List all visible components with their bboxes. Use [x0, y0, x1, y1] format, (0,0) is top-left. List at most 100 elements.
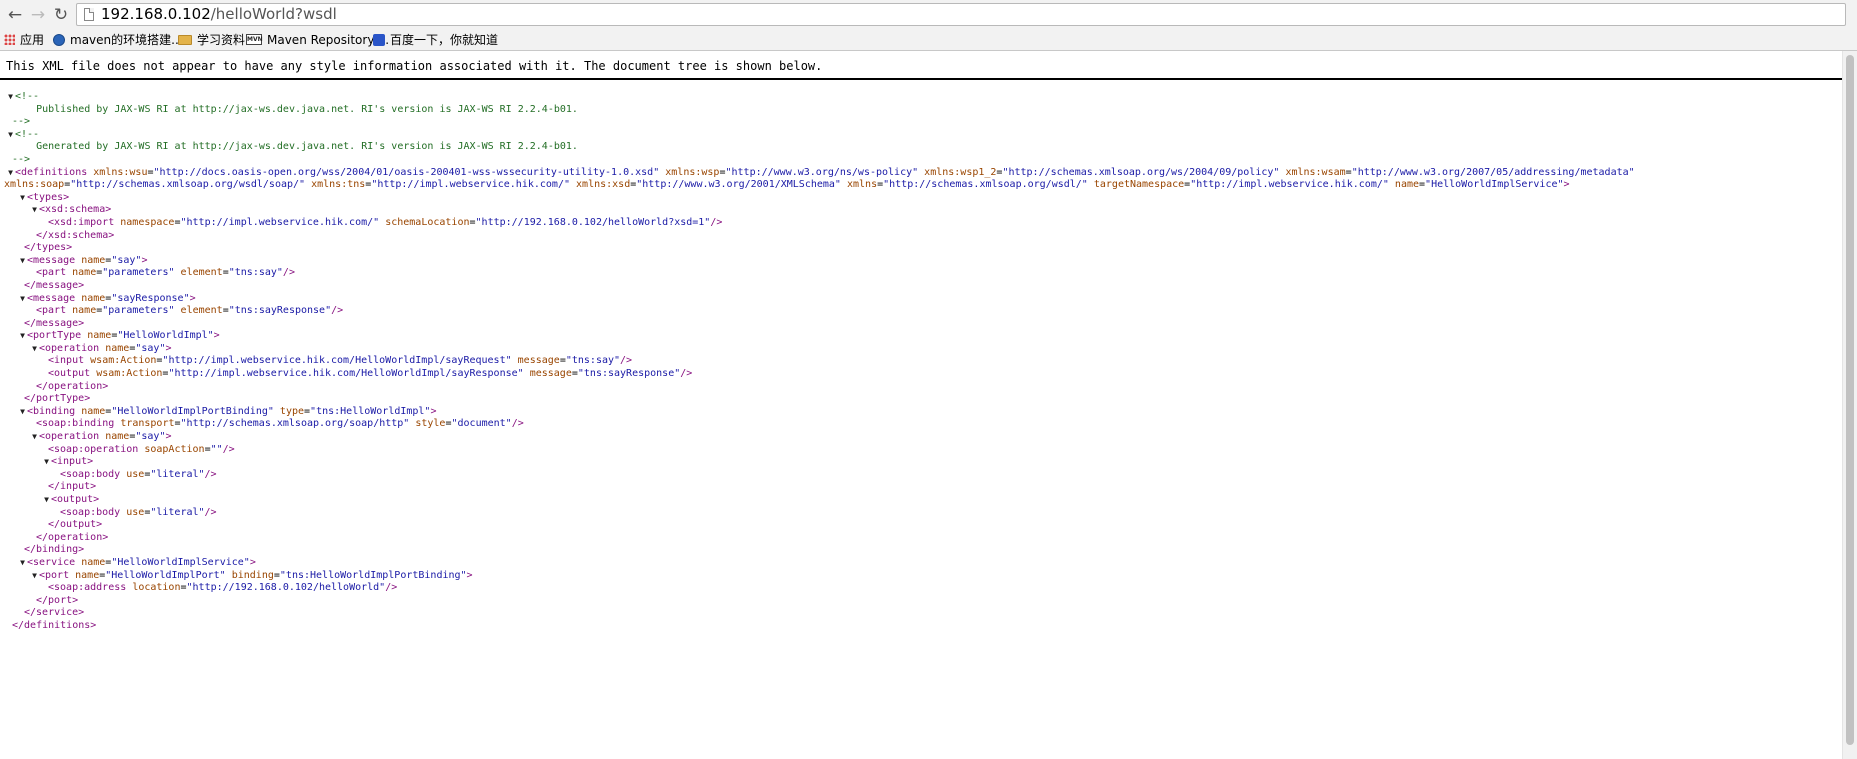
- xml-tag: </input>: [48, 481, 97, 493]
- scrollbar-thumb[interactable]: [1846, 55, 1854, 745]
- xml-line-text: </service>: [24, 607, 84, 620]
- xml-line: </operation>: [0, 532, 1857, 545]
- xml-line: </binding>: [0, 544, 1857, 557]
- bookmark-study-folder[interactable]: 学习资料: [178, 31, 245, 49]
- xml-attr-value: "http://schemas.xmlsoap.org/ws/2004/09/p…: [1002, 166, 1280, 178]
- collapse-toggle-icon[interactable]: ▼: [18, 293, 27, 306]
- xml-comment: Published by JAX-WS RI at http://jax-ws.…: [12, 103, 578, 115]
- xml-tag: </message>: [24, 317, 85, 329]
- url-text[interactable]: 192.168.0.102/helloWorld?wsdl: [101, 4, 337, 25]
- xml-attr-name: element: [180, 305, 223, 317]
- vertical-scrollbar[interactable]: [1842, 51, 1857, 759]
- xml-tag: </portType>: [24, 393, 91, 405]
- xml-line: ▼ <xsd:schema>: [0, 204, 1857, 217]
- xml-tag: />: [680, 368, 693, 380]
- bookmarks-bar: 应用 maven的环境搭建... 学习资料 MVN Maven Repositor…: [0, 30, 1857, 51]
- xml-line: </definitions>: [0, 620, 1857, 633]
- xml-line-text: </message>: [24, 280, 84, 293]
- collapse-toggle-icon[interactable]: ▼: [18, 330, 27, 343]
- xml-tag: </operation>: [36, 531, 109, 543]
- xml-tag: />: [620, 355, 633, 367]
- xml-tag: </xsd:schema>: [36, 229, 115, 241]
- xml-comment: <!--: [15, 91, 40, 102]
- xml-tag: >: [141, 254, 148, 266]
- xml-tree: ▼ <!-- Published by JAX-WS RI at http://j…: [0, 91, 1857, 633]
- xml-attr-name: name: [81, 254, 106, 266]
- xml-attr-value: "tns:say": [228, 267, 283, 279]
- xml-line-text: </message>: [24, 318, 84, 331]
- xml-tag: </output>: [48, 519, 103, 531]
- xml-line-text: <soap:address location="http://192.168.0…: [48, 582, 397, 595]
- xml-line: ▼ <definitions xmlns:wsu="http://docs.oas…: [0, 167, 1857, 180]
- xml-line-text: </input>: [48, 481, 96, 494]
- xml-attr-name: name: [81, 405, 106, 417]
- xml-line: ▼ <input>: [0, 456, 1857, 469]
- xml-line-text: <port name="HelloWorldImplPort" binding=…: [39, 570, 473, 583]
- xml-attr-name: xmlns:soap: [4, 179, 65, 191]
- xml-tag: >: [466, 569, 473, 581]
- xml-line: <soap:operation soapAction=""/>: [0, 444, 1857, 457]
- xml-attr-value: "HelloWorldImplService": [1425, 179, 1564, 191]
- page-icon: [84, 8, 94, 21]
- xml-line: <output wsam:Action="http://impl.webserv…: [0, 368, 1857, 381]
- xml-attr-value: "http://www.w3.org/2001/XMLSchema": [636, 179, 841, 191]
- xml-line-text: <definitions xmlns:wsu="http://docs.oasi…: [15, 167, 1635, 180]
- collapse-toggle-icon[interactable]: ▼: [18, 557, 27, 570]
- collapse-toggle-icon[interactable]: ▼: [18, 255, 27, 268]
- forward-arrow-icon[interactable]: →: [27, 3, 49, 27]
- xml-line-text: -->: [12, 116, 30, 129]
- xml-attr-value: "http://impl.webservice.hik.com/HelloWor…: [162, 355, 512, 367]
- collapse-toggle-icon[interactable]: ▼: [30, 570, 39, 583]
- collapse-toggle-icon[interactable]: ▼: [30, 431, 39, 444]
- xml-attr-name: type: [279, 405, 305, 417]
- xml-line: ▼ <port name="HelloWorldImplPort" binding…: [0, 570, 1857, 583]
- xml-tag: <soap:binding: [36, 418, 115, 430]
- xml-line: ▼ <types>: [0, 192, 1857, 205]
- xml-attr-value: "literal": [150, 468, 205, 480]
- xml-tag: />: [385, 582, 398, 594]
- xml-line-text: <service name="HelloWorldImplService">: [27, 557, 256, 570]
- collapse-toggle-icon[interactable]: ▼: [30, 204, 39, 217]
- back-arrow-icon[interactable]: ←: [4, 3, 26, 27]
- xml-line: ▼ <!--: [0, 91, 1857, 104]
- address-bar[interactable]: 192.168.0.102/helloWorld?wsdl: [76, 3, 1846, 26]
- xml-tag: <operation: [39, 431, 100, 443]
- xml-line: </output>: [0, 519, 1857, 532]
- xml-attr-name: soapAction: [144, 443, 205, 455]
- xml-attr-value: "sayResponse": [111, 292, 190, 304]
- bookmark-maven-repository[interactable]: MVN Maven Repository:...: [246, 31, 389, 49]
- xml-tag: <output>: [51, 494, 100, 505]
- xml-line-text: </portType>: [24, 393, 90, 406]
- xml-line: ▼ <portType name="HelloWorldImpl">: [0, 330, 1857, 343]
- xml-attr-name: name: [87, 330, 112, 342]
- browser-toolbar: ← → ↻ 192.168.0.102/helloWorld?wsdl: [0, 0, 1857, 30]
- xml-attr-name: name: [105, 342, 130, 354]
- xml-tag: >: [165, 342, 172, 354]
- xml-line-text: <binding name="HelloWorldImplPortBinding…: [27, 406, 437, 419]
- collapse-toggle-icon[interactable]: ▼: [42, 456, 51, 469]
- bookmark-baidu[interactable]: 百度一下，你就知道: [373, 31, 498, 49]
- xml-attr-name: message: [529, 368, 572, 380]
- xml-attr-name: wsam:Action: [96, 368, 163, 380]
- collapse-toggle-icon[interactable]: ▼: [6, 91, 15, 104]
- collapse-toggle-icon[interactable]: ▼: [6, 129, 15, 142]
- reload-icon[interactable]: ↻: [50, 3, 72, 27]
- collapse-toggle-icon[interactable]: ▼: [42, 494, 51, 507]
- xml-tag: </service>: [24, 607, 85, 619]
- collapse-toggle-icon[interactable]: ▼: [18, 406, 27, 419]
- collapse-toggle-icon[interactable]: ▼: [6, 167, 15, 180]
- xml-tag: />: [710, 216, 723, 228]
- xml-line-text: <soap:binding transport="http://schemas.…: [36, 418, 524, 431]
- xml-line: <soap:binding transport="http://schemas.…: [0, 418, 1857, 431]
- xml-tag: >: [213, 330, 220, 342]
- collapse-toggle-icon[interactable]: ▼: [30, 343, 39, 356]
- xml-attr-name: transport: [120, 418, 175, 430]
- collapse-toggle-icon[interactable]: ▼: [18, 192, 27, 205]
- xml-line-text: <part name="parameters" element="tns:say…: [36, 267, 295, 280]
- xml-attr-name: schemaLocation: [385, 216, 470, 228]
- xml-line-text: <soap:operation soapAction=""/>: [48, 444, 235, 457]
- bookmark-apps[interactable]: 应用: [4, 31, 44, 49]
- bookmark-maven-setup[interactable]: maven的环境搭建...: [53, 31, 183, 49]
- xml-attr-value: "http://impl.webservice.hik.com/": [371, 179, 570, 191]
- xml-attr-value: "http://schemas.xmlsoap.org/wsdl/soap/": [70, 179, 306, 191]
